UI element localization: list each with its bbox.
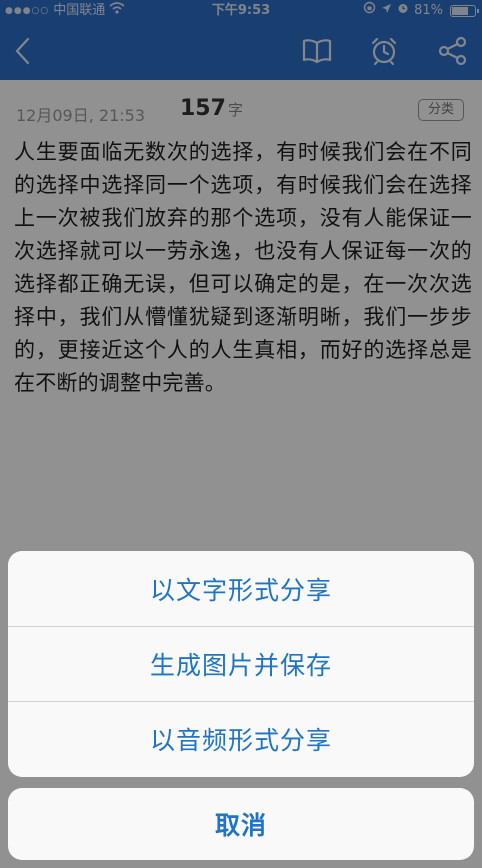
- share-as-audio-button[interactable]: 以音频形式分享: [8, 701, 474, 776]
- share-action-sheet: 以文字形式分享 生成图片并保存 以音频形式分享: [8, 551, 474, 777]
- cancel-group: 取消: [8, 788, 474, 860]
- cancel-button[interactable]: 取消: [8, 788, 474, 860]
- save-as-image-button[interactable]: 生成图片并保存: [8, 626, 474, 701]
- share-as-text-button[interactable]: 以文字形式分享: [8, 551, 474, 626]
